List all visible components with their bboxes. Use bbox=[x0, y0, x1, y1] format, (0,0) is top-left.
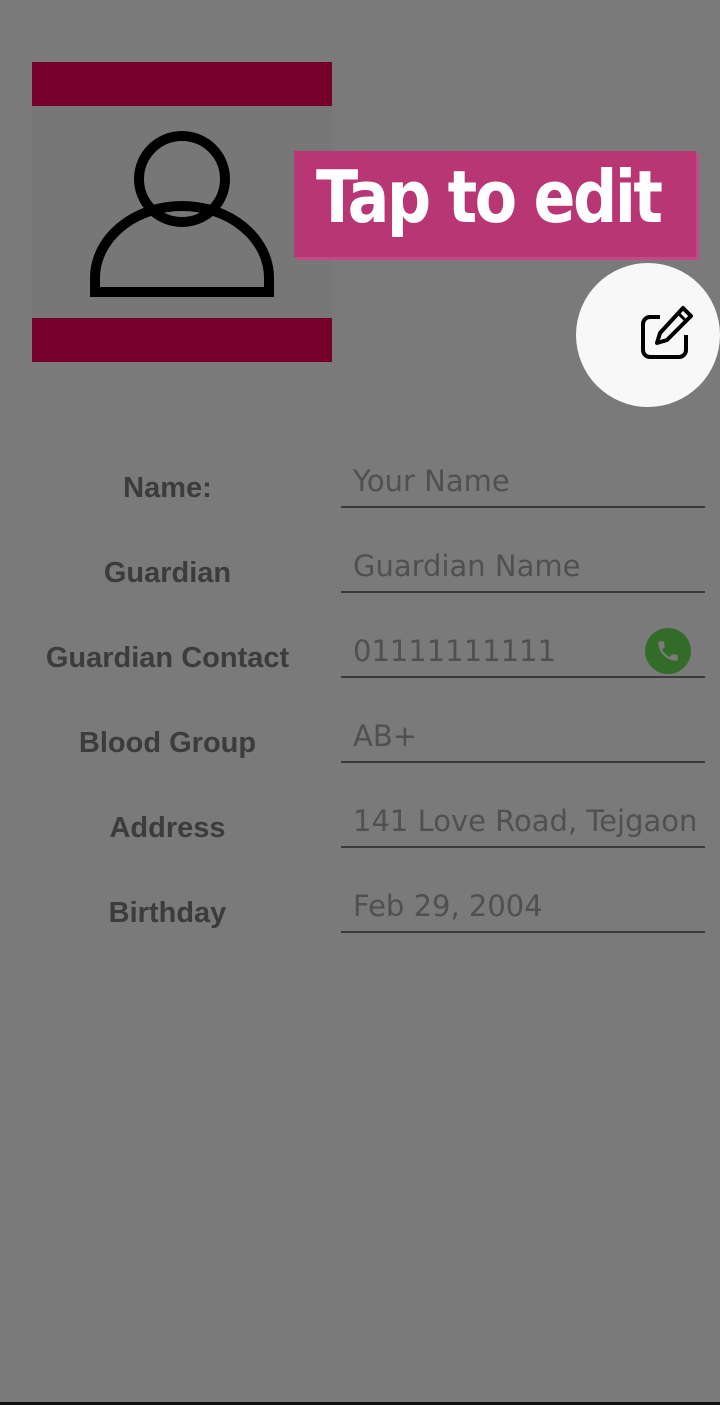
name-label: Name: bbox=[123, 472, 212, 504]
coachmark-text: Tap to edit bbox=[316, 155, 663, 239]
name-input[interactable] bbox=[341, 456, 705, 508]
blood-group-label: Blood Group bbox=[78, 727, 257, 759]
profile-photo[interactable] bbox=[32, 62, 332, 362]
guardian-contact-label: Guardian Contact bbox=[45, 642, 290, 674]
address-row: Address bbox=[0, 796, 720, 866]
user-icon bbox=[90, 131, 274, 297]
address-label: Address bbox=[109, 812, 226, 844]
call-guardian-button[interactable] bbox=[645, 628, 691, 674]
guardian-input[interactable] bbox=[341, 541, 705, 593]
tap-to-edit-coachmark: Tap to edit bbox=[294, 151, 696, 257]
edit-icon bbox=[641, 306, 693, 359]
address-input[interactable] bbox=[341, 796, 705, 848]
birthday-input[interactable] bbox=[341, 881, 705, 933]
blood-group-input[interactable] bbox=[341, 711, 705, 763]
photo-band-bottom bbox=[32, 318, 332, 362]
birthday-label: Birthday bbox=[108, 897, 227, 929]
guardian-contact-row: Guardian Contact bbox=[0, 626, 720, 696]
name-row: Name: bbox=[0, 456, 720, 526]
edit-profile-button[interactable] bbox=[576, 263, 720, 407]
phone-icon bbox=[658, 641, 678, 661]
blood-group-row: Blood Group bbox=[0, 711, 720, 781]
guardian-label: Guardian bbox=[103, 557, 232, 589]
birthday-row: Birthday bbox=[0, 881, 720, 951]
photo-band-top bbox=[32, 62, 332, 106]
guardian-row: Guardian bbox=[0, 541, 720, 611]
